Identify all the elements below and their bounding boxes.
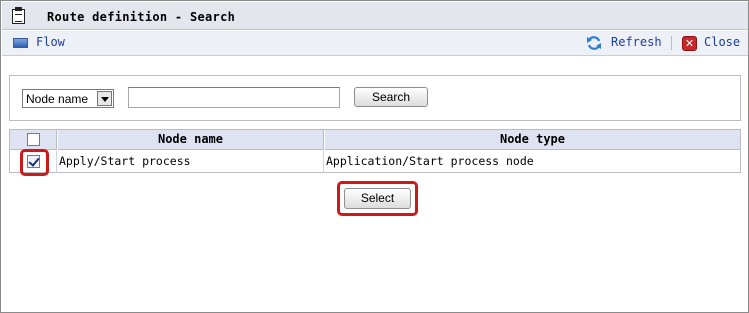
- checkbox-highlight: [20, 149, 49, 176]
- refresh-icon[interactable]: [586, 35, 602, 51]
- window: Route definition - Search Flow Refresh ✕…: [0, 0, 749, 313]
- window-title: Route definition - Search: [47, 10, 236, 24]
- select-button[interactable]: Select: [344, 188, 411, 209]
- chevron-down-icon[interactable]: [97, 91, 112, 106]
- cell-node-name[interactable]: Apply/Start process: [58, 151, 324, 173]
- close-icon[interactable]: ✕: [682, 36, 697, 51]
- column-header-node-name[interactable]: Node name: [58, 130, 324, 150]
- cell-node-type[interactable]: Application/Start process node: [325, 151, 740, 173]
- toolbar: Flow Refresh ✕ Close: [2, 31, 748, 56]
- search-input[interactable]: [128, 87, 340, 108]
- title-bar: Route definition - Search: [2, 2, 748, 30]
- results-table: Node name Node type Apply/Start process …: [9, 129, 741, 173]
- column-header-node-type[interactable]: Node type: [325, 130, 740, 150]
- refresh-link[interactable]: Refresh: [611, 35, 662, 49]
- header-select-all-cell: [10, 130, 57, 150]
- toolbar-divider: [671, 36, 672, 50]
- flow-link[interactable]: Flow: [36, 35, 65, 49]
- select-all-checkbox[interactable]: [27, 133, 40, 146]
- search-field-select[interactable]: Node name: [22, 89, 114, 108]
- search-field-select-value: Node name: [26, 92, 89, 106]
- clipboard-icon: [12, 7, 25, 24]
- close-link[interactable]: Close: [704, 35, 740, 49]
- flow-icon[interactable]: [13, 38, 28, 48]
- search-button[interactable]: Search: [354, 87, 428, 107]
- search-panel: Node name Search: [9, 75, 741, 121]
